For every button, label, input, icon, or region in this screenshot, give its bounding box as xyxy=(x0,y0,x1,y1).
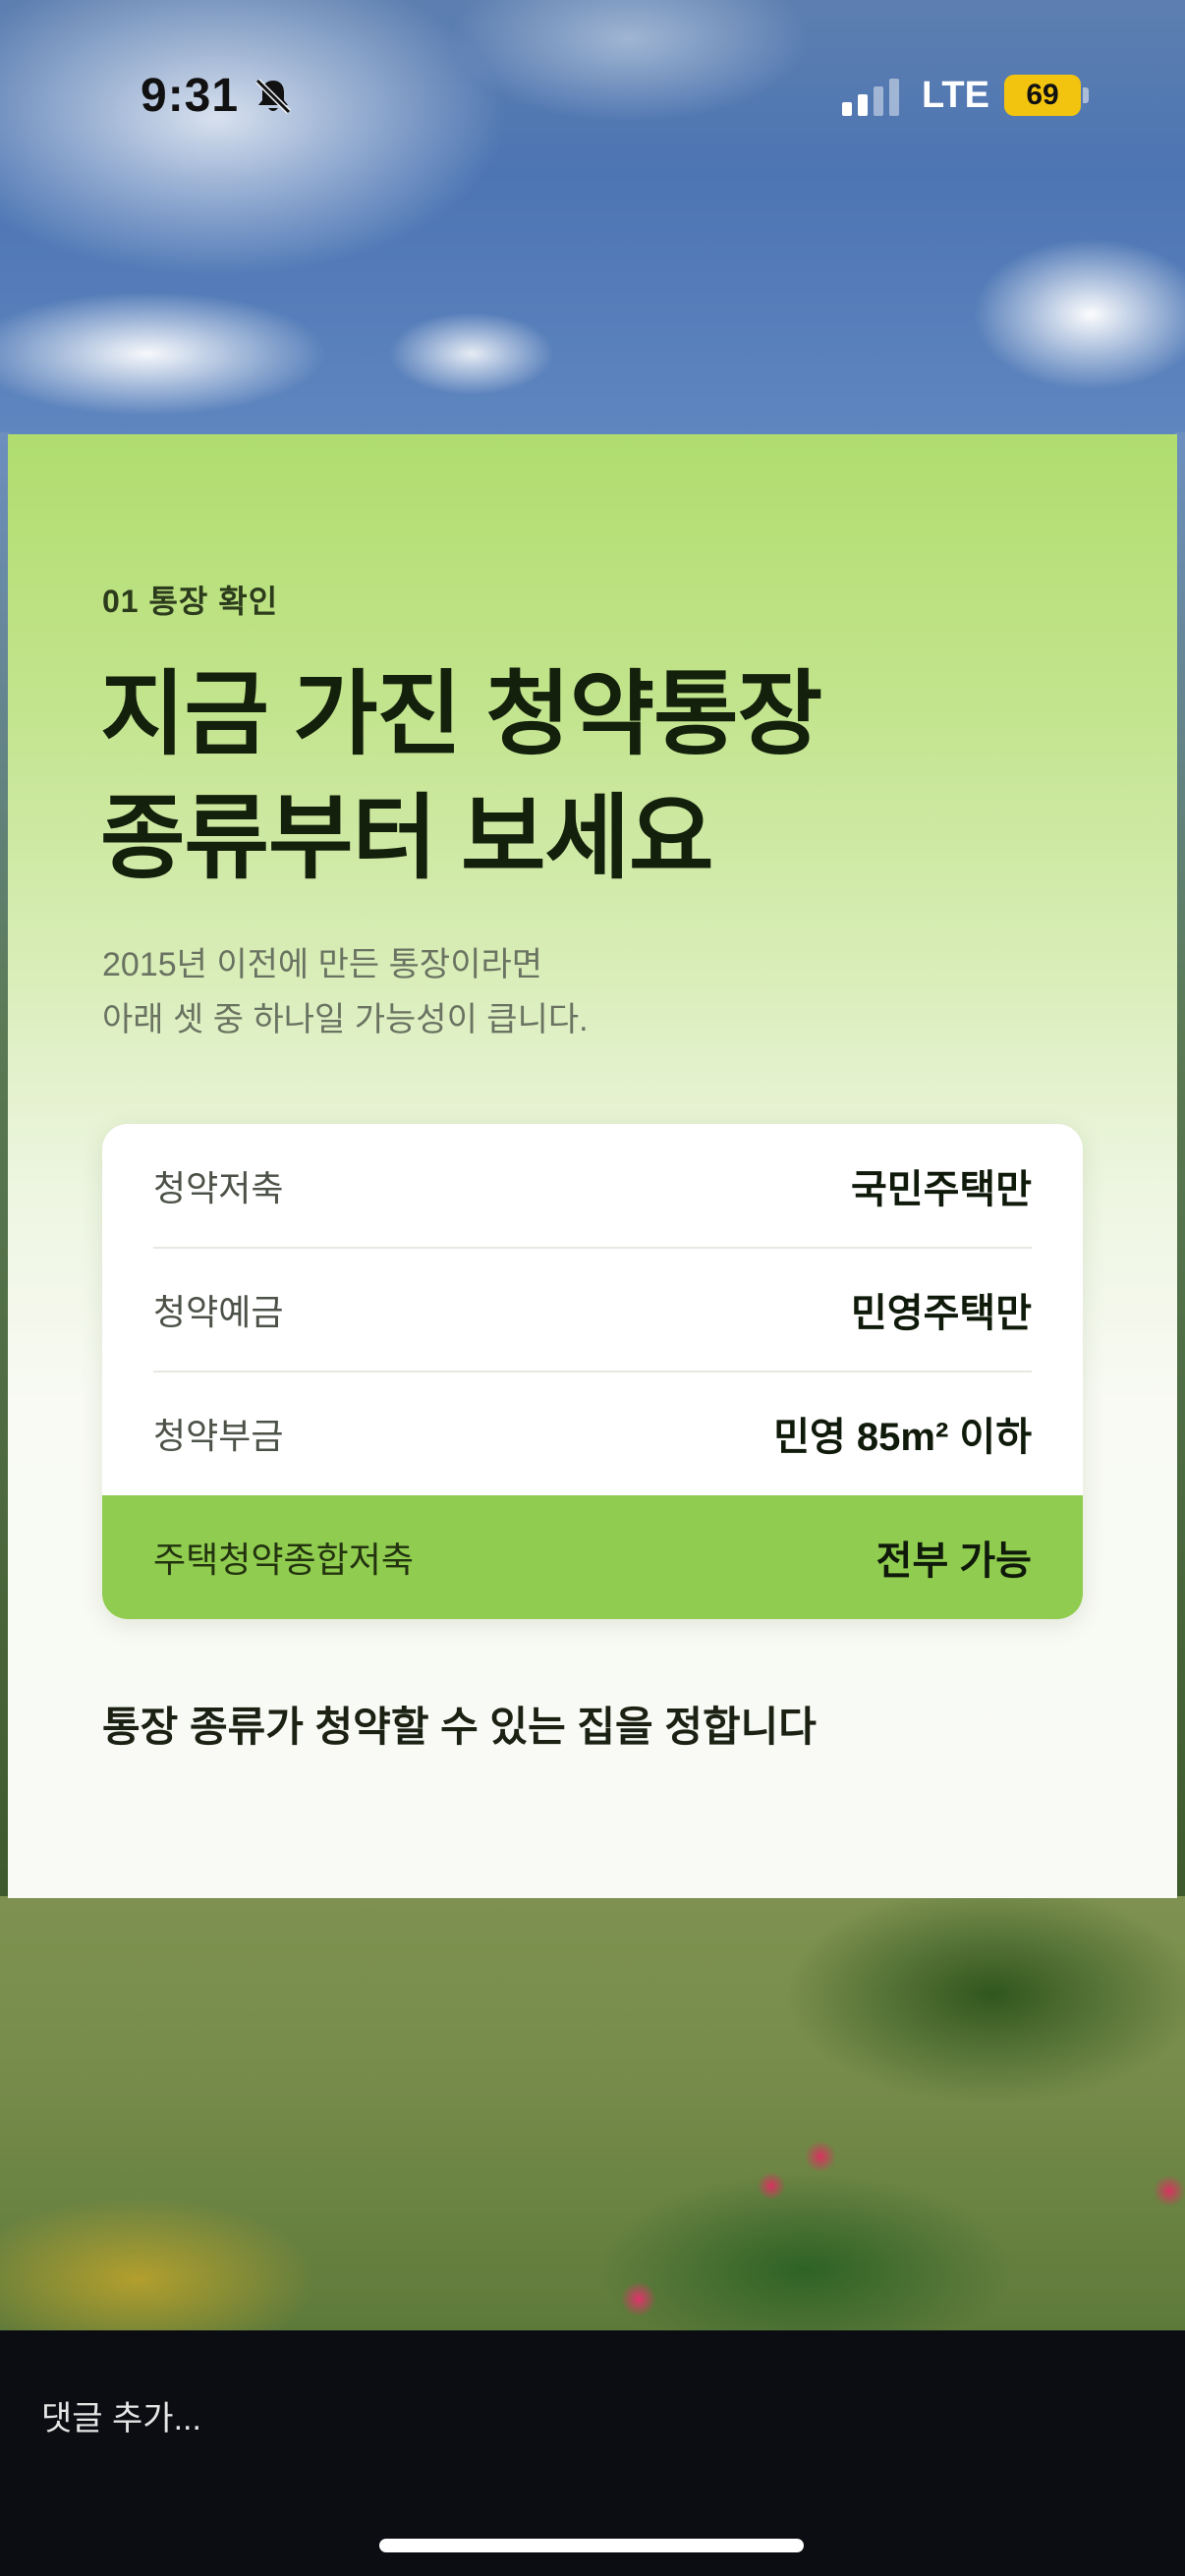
card-summary: 통장 종류가 청약할 수 있는 집을 정합니다 xyxy=(102,1704,817,1750)
account-type-table: 청약저축 국민주택만 청약예금 민영주택만 청약부금 민영 85m² 이하 주택… xyxy=(102,1124,1083,1619)
account-name: 주택청약종합저축 xyxy=(153,1540,414,1580)
status-time: 9:31 xyxy=(141,70,240,122)
account-eligibility: 민영주택만 xyxy=(851,1292,1032,1335)
battery-indicator: 69 xyxy=(1004,75,1089,116)
add-comment-input[interactable]: 댓글 추가... xyxy=(41,2391,201,2439)
home-indicator[interactable] xyxy=(379,2539,804,2552)
subtext-line-1: 2015년 이전에 만든 통장이라면 xyxy=(102,946,543,983)
card-subtext: 2015년 이전에 만든 통장이라면 아래 셋 중 하나일 가능성이 큽니다. xyxy=(102,937,1085,1047)
headline-line-2: 종류부터 보세요 xyxy=(100,786,713,889)
subtext-line-2: 아래 셋 중 하나일 가능성이 큽니다. xyxy=(102,1001,589,1038)
account-name: 청약예금 xyxy=(153,1292,284,1332)
account-name: 청약저축 xyxy=(153,1168,284,1208)
account-eligibility: 국민주택만 xyxy=(851,1168,1032,1211)
table-row: 청약예금 민영주택만 xyxy=(102,1248,1083,1372)
account-eligibility: 민영 85m² 이하 xyxy=(773,1416,1032,1459)
bell-slash-icon xyxy=(254,78,292,115)
card-headline: 지금 가진 청약통장 종류부터 보세요 xyxy=(100,652,1083,900)
step-label: 01 통장 확인 xyxy=(102,584,279,619)
table-row-highlighted: 주택청약종합저축 전부 가능 xyxy=(102,1495,1083,1619)
account-eligibility: 전부 가능 xyxy=(875,1540,1032,1583)
background-field-photo xyxy=(0,1896,1185,2330)
signal-strength-icon xyxy=(842,79,899,116)
battery-level: 69 xyxy=(1026,79,1059,111)
network-type: LTE xyxy=(922,75,989,116)
info-card: 01 통장 확인 지금 가진 청약통장 종류부터 보세요 2015년 이전에 만… xyxy=(8,434,1177,1898)
table-row: 청약저축 국민주택만 xyxy=(102,1124,1083,1248)
account-name: 청약부금 xyxy=(153,1416,284,1456)
headline-line-1: 지금 가진 청약통장 xyxy=(100,662,822,765)
table-row: 청약부금 민영 85m² 이하 xyxy=(102,1372,1083,1495)
status-bar: 9:31 LTE 69 xyxy=(0,0,1185,196)
